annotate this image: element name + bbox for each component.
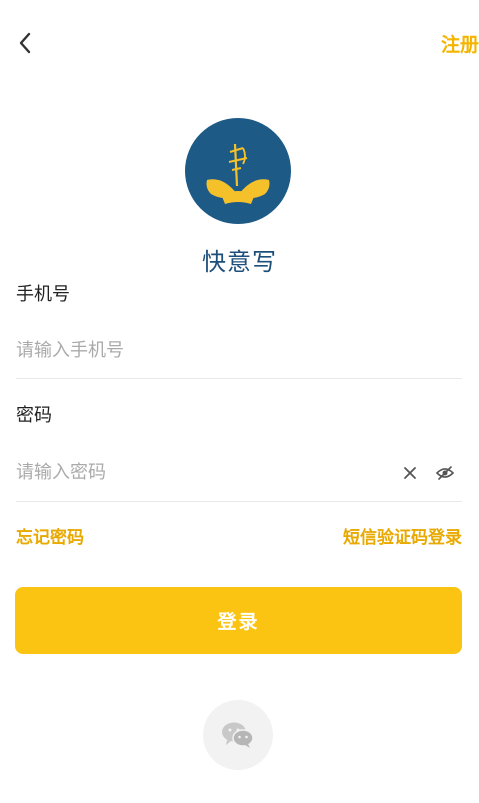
app-logo: [185, 118, 291, 224]
login-button[interactable]: 登录: [15, 587, 462, 654]
wechat-icon: [222, 722, 254, 748]
back-button[interactable]: [10, 26, 40, 60]
sms-login-link[interactable]: 短信验证码登录: [343, 523, 462, 548]
phone-divider: [16, 378, 462, 379]
phone-input[interactable]: [16, 330, 462, 370]
clear-password-button[interactable]: [398, 461, 422, 485]
wechat-login-button[interactable]: [203, 700, 273, 770]
password-label: 密码: [16, 405, 52, 426]
app-logo-graphic: [206, 143, 270, 204]
register-link[interactable]: 注册: [441, 30, 479, 57]
close-icon: [404, 467, 416, 479]
eye-off-icon: [435, 466, 455, 480]
password-input[interactable]: [16, 452, 386, 492]
app-name: 快意写: [202, 248, 277, 276]
chevron-left-icon: [19, 32, 31, 54]
toggle-password-visibility[interactable]: [432, 460, 458, 486]
phone-label: 手机号: [16, 284, 70, 305]
forgot-password-link[interactable]: 忘记密码: [16, 523, 84, 548]
password-divider: [16, 501, 462, 502]
